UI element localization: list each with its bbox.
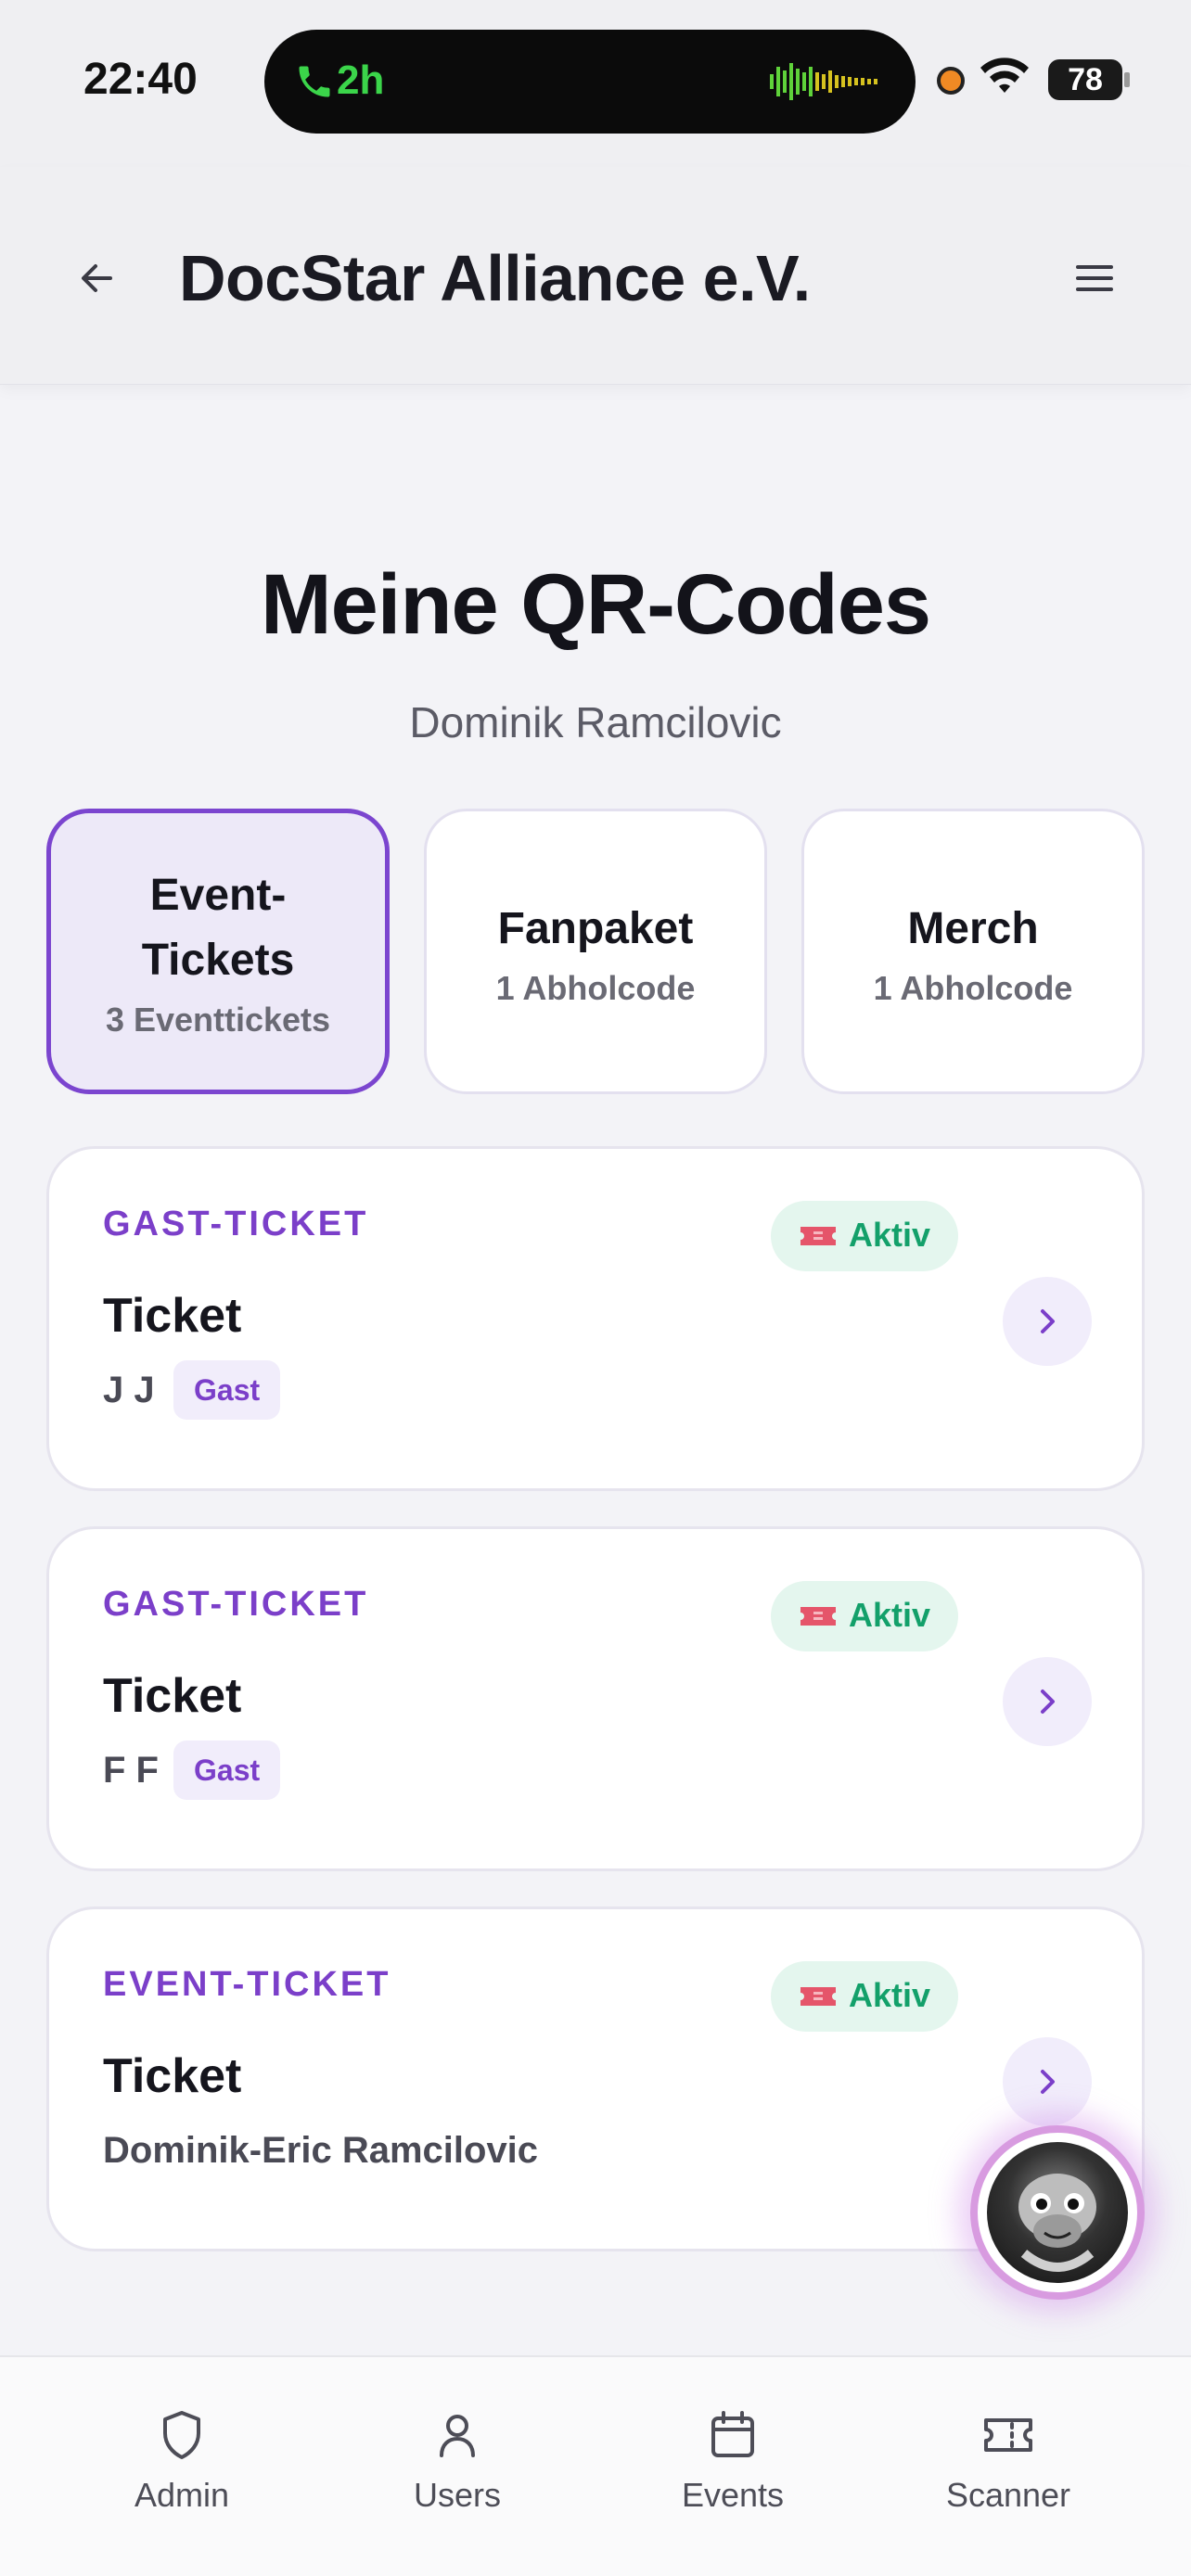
chevron-right-icon	[1041, 1690, 1055, 1714]
ticket-card[interactable]: GAST-TICKET Aktiv Ticket F F Gast	[46, 1526, 1145, 1871]
open-ticket-button[interactable]	[1003, 1277, 1092, 1366]
tab-title: Fanpaket	[497, 904, 694, 953]
tab-event-tickets[interactable]: Event- Tickets 3 Eventtickets	[46, 809, 390, 1094]
call-duration: 2h	[337, 57, 385, 103]
open-ticket-button[interactable]	[1003, 2037, 1092, 2126]
user-icon	[440, 2415, 475, 2457]
tab-merch[interactable]: Merch 1 Abholcode	[801, 809, 1145, 1094]
status-badge: Aktiv	[771, 1581, 958, 1651]
page-title: Meine QR-Codes	[260, 557, 931, 652]
status-text: Aktiv	[849, 1216, 931, 1254]
app-title: DocStar Alliance e.V.	[179, 242, 811, 314]
avatar	[987, 2142, 1128, 2283]
nav-label: Events	[681, 2476, 785, 2514]
tab-fanpaket[interactable]: Fanpaket 1 Abholcode	[424, 809, 767, 1094]
nav-label: Scanner	[945, 2476, 1071, 2514]
status-text: Aktiv	[849, 1976, 931, 2014]
dynamic-island[interactable]: 2h	[264, 30, 916, 134]
nav-item-scanner[interactable]: Scanner	[888, 2407, 1129, 2515]
shield-icon	[163, 2411, 200, 2459]
back-arrow-icon[interactable]	[70, 250, 125, 306]
battery-icon: 78	[1048, 59, 1130, 100]
nav-item-admin[interactable]: Admin	[61, 2407, 302, 2515]
calendar-icon	[711, 2411, 754, 2457]
wifi-icon	[980, 57, 1029, 93]
ticket-icon	[984, 2418, 1032, 2452]
ticket-badge-icon	[800, 1987, 836, 2006]
snake-avatar-icon	[1018, 2174, 1096, 2272]
battery-level: 78	[1068, 62, 1103, 97]
ticket-badge-icon	[800, 1607, 836, 1626]
ticket-card[interactable]: GAST-TICKET Aktiv Ticket J J Gast	[46, 1146, 1145, 1491]
nav-item-users[interactable]: Users	[337, 2407, 578, 2515]
tab-subtitle: 3 Eventtickets	[105, 1001, 331, 1039]
open-ticket-button[interactable]	[1003, 1657, 1092, 1746]
audio-wave-icon	[770, 63, 877, 100]
chevron-right-icon	[1041, 2070, 1055, 2094]
guest-tag: Gast	[173, 1741, 281, 1800]
nav-item-events[interactable]: Events	[612, 2407, 853, 2515]
status-text: Aktiv	[849, 1596, 931, 1634]
ticket-badge-icon	[800, 1227, 836, 1245]
ticket-name: Ticket	[103, 1289, 242, 1343]
chevron-right-icon	[1041, 1309, 1055, 1333]
page-subtitle: Dominik Ramcilovic	[409, 698, 782, 746]
status-badge: Aktiv	[771, 1201, 958, 1271]
tab-subtitle: 1 Abholcode	[495, 969, 696, 1007]
ticket-holder: Dominik-Eric Ramcilovic	[103, 2130, 539, 2171]
hamburger-menu-icon[interactable]	[1067, 252, 1122, 304]
status-bar: 22:40 2h 78	[0, 0, 1191, 167]
phone-icon	[299, 66, 330, 97]
tab-title-line1: Event-	[149, 871, 287, 920]
status-time: 22:40	[83, 55, 198, 104]
bottom-navigation: Admin Users Events Scanner	[0, 2355, 1191, 2576]
tab-title: Event- Tickets	[51, 863, 385, 993]
ticket-name: Ticket	[103, 1669, 242, 1723]
tab-title-line2: Tickets	[141, 936, 295, 985]
nav-label: Admin	[134, 2476, 230, 2514]
ticket-name: Ticket	[103, 2049, 242, 2103]
avatar-button[interactable]	[970, 2125, 1145, 2300]
ticket-type: GAST-TICKET	[103, 1585, 369, 1624]
nav-label: Users	[413, 2476, 501, 2514]
ticket-holder: F F	[103, 1750, 159, 1791]
tab-subtitle: 1 Abholcode	[873, 969, 1073, 1007]
status-badge: Aktiv	[771, 1961, 958, 2032]
ticket-type: EVENT-TICKET	[103, 1965, 391, 2004]
guest-tag: Gast	[173, 1360, 281, 1420]
tab-title: Merch	[907, 904, 1039, 953]
ticket-holder: J J	[103, 1370, 155, 1410]
recording-indicator-icon	[937, 67, 965, 95]
ticket-type: GAST-TICKET	[103, 1205, 369, 1243]
app-header: DocStar Alliance e.V.	[0, 167, 1191, 385]
